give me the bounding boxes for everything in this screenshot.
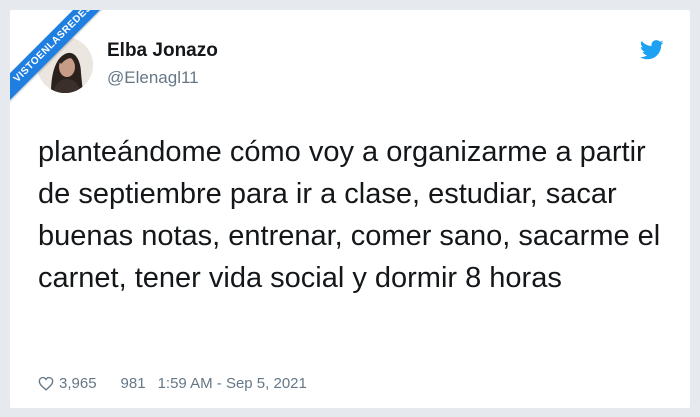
retweet-count[interactable]: 981 [121, 375, 146, 392]
heart-icon[interactable] [38, 376, 54, 391]
tweet-text: planteándome cómo voy a organizarme a pa… [38, 136, 661, 294]
author-handle[interactable]: @Elenagl11 [107, 68, 199, 88]
like-count[interactable]: 3,965 [59, 375, 97, 392]
tweet-card: VISTOENLASREDES Elba Jonazo @Elenagl11 p… [10, 10, 690, 408]
tweet-timestamp[interactable]: 1:59 AM - Sep 5, 2021 [158, 375, 307, 392]
author-name[interactable]: Elba Jonazo [107, 40, 218, 62]
screenshot-page: VISTOENLASREDES Elba Jonazo @Elenagl11 p… [0, 0, 700, 417]
twitter-bird-icon[interactable] [640, 40, 664, 60]
watermark-corner: VISTOENLASREDES [10, 10, 120, 120]
watermark-ribbon: VISTOENLASREDES [10, 10, 113, 104]
tweet-meta: 3,965 981 1:59 AM - Sep 5, 2021 [38, 373, 307, 393]
